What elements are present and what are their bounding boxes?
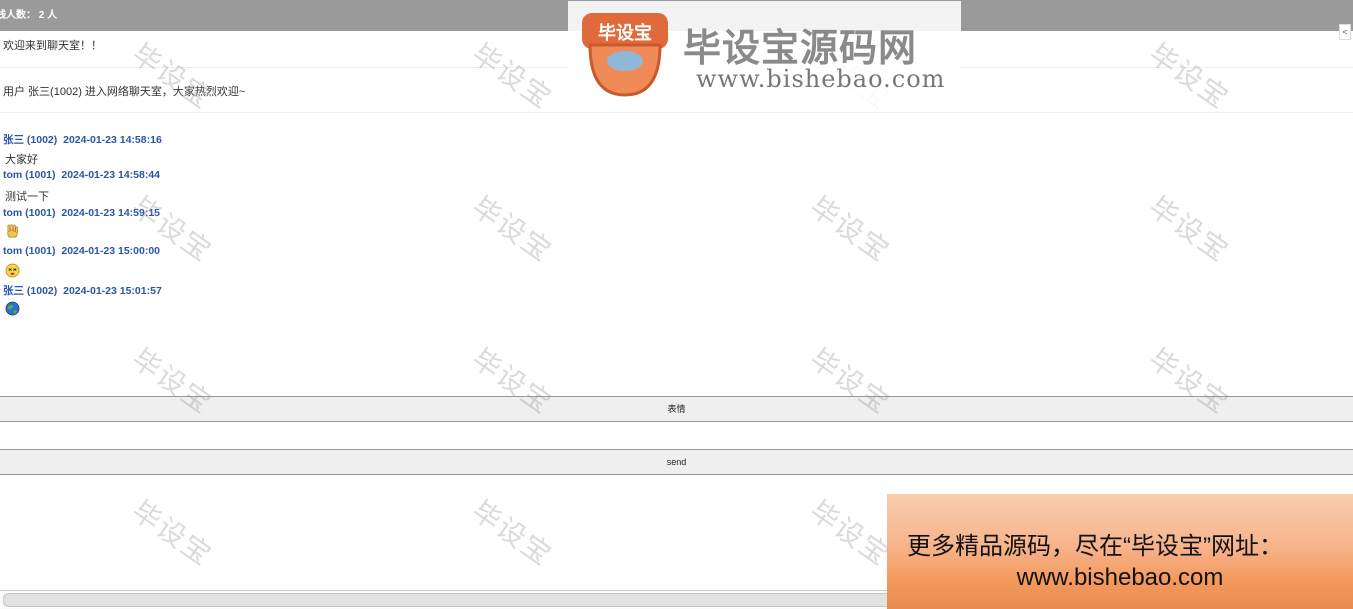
message-time: 2024-01-23 14:58:16	[63, 134, 162, 146]
message-sender: 张三 (1002)	[3, 285, 58, 297]
message-time: 2024-01-23 14:58:44	[61, 169, 161, 181]
logo-url: www.bishebao.com	[696, 65, 946, 93]
watermark-text: 毕设宝	[804, 494, 896, 572]
message-sender: tom (1001)	[3, 245, 56, 257]
message-time: 2024-01-23 15:00:00	[61, 245, 161, 257]
waving-hand-emoji	[7, 224, 18, 238]
message-input[interactable]	[0, 423, 1353, 449]
watermark-text: 毕设宝	[1143, 190, 1235, 268]
logo-title: 毕设宝源码网	[683, 28, 918, 70]
site-logo-banner: 毕设宝 毕设宝源码网 www.bishebao.com	[568, 1, 961, 108]
globe-emoji	[5, 301, 20, 316]
watermark-text: 毕设宝	[126, 190, 218, 268]
message-sender: 张三 (1002)	[3, 134, 58, 146]
message-header: tom (1001) 2024-01-23 14:58:44	[3, 169, 160, 181]
watermark-text: 毕设宝	[804, 190, 896, 268]
message-time: 2024-01-23 14:59:15	[61, 207, 161, 219]
message-text: 测试一下	[5, 191, 49, 203]
message-header: tom (1001) 2024-01-23 14:59:15	[3, 207, 160, 219]
message-sender: tom (1001)	[3, 169, 56, 181]
watermark-text: 毕设宝	[466, 190, 558, 268]
message-text: 大家好	[5, 154, 38, 166]
message-time: 2024-01-23 15:01:57	[63, 285, 162, 297]
promo-url: www.bishebao.com	[1016, 564, 1224, 591]
online-count-label: 线人数：	[0, 10, 36, 21]
message-header: 张三 (1002) 2024-01-23 15:01:57	[3, 283, 162, 298]
watermark-text: 毕设宝	[466, 494, 558, 572]
message-sender: tom (1001)	[3, 207, 56, 219]
send-button[interactable]: send	[0, 449, 1353, 475]
promo-text: 更多精品源码，尽在“毕设宝”网址：	[907, 533, 1283, 560]
emoji-button[interactable]: 表情	[0, 396, 1353, 422]
dizzy-face-emoji	[5, 263, 20, 278]
message-header: 张三 (1002) 2024-01-23 14:58:16	[3, 132, 162, 147]
promo-banner: 更多精品源码，尽在“毕设宝”网址： www.bishebao.com	[887, 494, 1353, 609]
logo-mark-text: 毕设宝	[598, 22, 652, 44]
message-header: tom (1001) 2024-01-23 15:00:00	[3, 245, 160, 257]
logo-mark-icon: 毕设宝	[582, 13, 668, 97]
online-count-value: 2 人	[38, 10, 58, 21]
watermark-text: 毕设宝	[126, 494, 218, 572]
